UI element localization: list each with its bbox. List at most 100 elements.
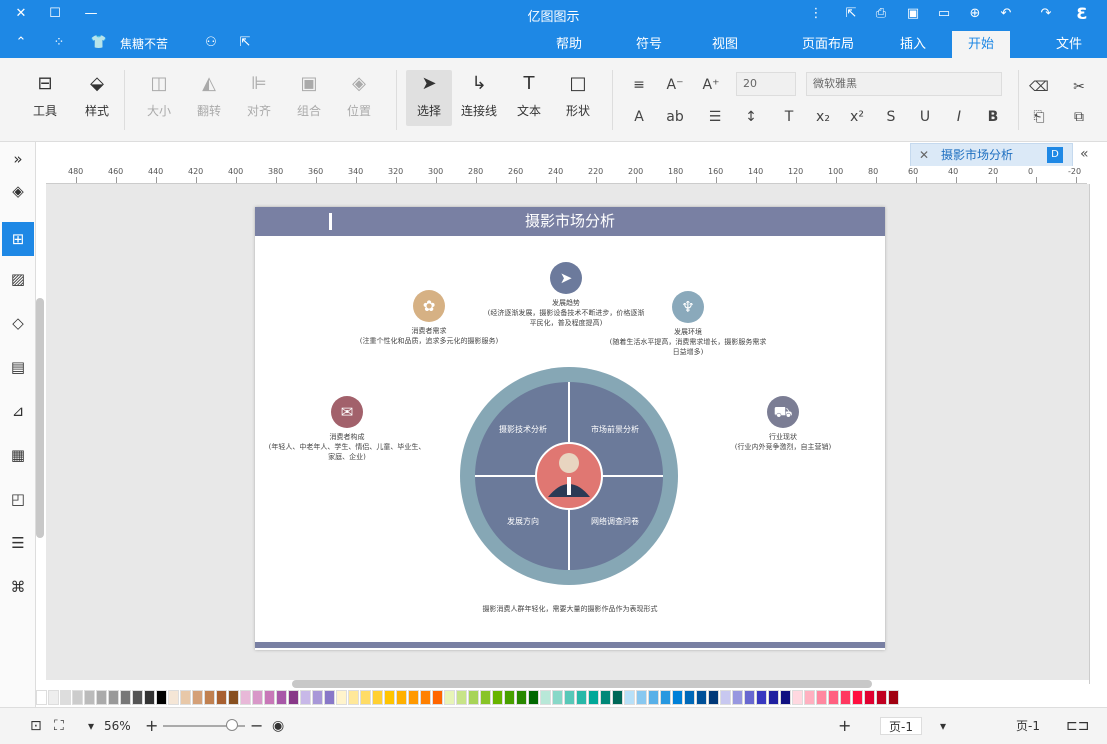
color-swatch[interactable] — [624, 690, 635, 705]
color-swatch[interactable] — [48, 690, 59, 705]
text-button[interactable]: T 文本 — [508, 72, 550, 119]
color-swatch[interactable] — [744, 690, 755, 705]
tab-page-layout[interactable]: 页面布局 — [788, 31, 868, 58]
minimize-icon[interactable]: — — [80, 4, 102, 24]
font-size-combo[interactable]: 20 — [736, 72, 796, 96]
underline-icon[interactable]: U — [914, 106, 936, 128]
color-swatch[interactable] — [804, 690, 815, 705]
text-direction-icon[interactable]: T — [778, 106, 800, 128]
expand-panel-icon[interactable]: » — [7, 148, 29, 170]
connector-button[interactable]: ↳ 连接线 — [458, 72, 500, 119]
layers-icon[interactable]: ◇ — [7, 312, 29, 334]
copy-icon[interactable]: ⧉ — [1068, 106, 1090, 128]
superscript-icon[interactable]: x² — [846, 106, 868, 128]
color-swatch[interactable] — [144, 690, 155, 705]
italic-icon[interactable]: I — [948, 106, 970, 128]
color-swatch[interactable] — [180, 690, 191, 705]
subscript-icon[interactable]: x₂ — [812, 106, 834, 128]
color-swatch[interactable] — [204, 690, 215, 705]
color-swatch[interactable] — [360, 690, 371, 705]
font-name-combo[interactable]: 微软雅黑 — [806, 72, 1002, 96]
shape-button[interactable]: □ 形状 — [557, 72, 599, 119]
color-swatch[interactable] — [732, 690, 743, 705]
color-palette[interactable] — [36, 690, 1107, 707]
shrink-font-icon[interactable]: A⁻ — [664, 74, 686, 96]
color-swatch[interactable] — [576, 690, 587, 705]
color-swatch[interactable] — [696, 690, 707, 705]
color-swatch[interactable] — [276, 690, 287, 705]
save-icon[interactable]: ▣ — [902, 4, 924, 24]
color-swatch[interactable] — [252, 690, 263, 705]
fill-icon[interactable]: ◈ — [7, 180, 29, 202]
color-swatch[interactable] — [660, 690, 671, 705]
color-swatch[interactable] — [432, 690, 443, 705]
color-swatch[interactable] — [108, 690, 119, 705]
tab-close-icon[interactable]: ✕ — [919, 144, 929, 166]
line-spacing-icon[interactable]: ↕ — [740, 106, 762, 128]
play-icon[interactable]: ◉ — [272, 717, 284, 735]
apps-icon[interactable]: ⁘ — [48, 33, 70, 53]
zoom-menu-icon[interactable]: ▾ — [88, 717, 94, 735]
pages-icon[interactable]: ▤ — [7, 356, 29, 378]
color-swatch[interactable] — [312, 690, 323, 705]
select-button[interactable]: ➤ 选择 — [406, 70, 452, 126]
cut-icon[interactable]: ✂ — [1068, 76, 1090, 98]
document-tab[interactable]: ✕ 摄影市场分析 D — [910, 143, 1073, 167]
zoom-level[interactable]: 56% — [104, 717, 131, 735]
color-swatch[interactable] — [684, 690, 695, 705]
color-swatch[interactable] — [444, 690, 455, 705]
color-swatch[interactable] — [336, 690, 347, 705]
color-swatch[interactable] — [816, 690, 827, 705]
color-swatch[interactable] — [564, 690, 575, 705]
tab-home[interactable]: 开始 — [952, 31, 1010, 58]
color-swatch[interactable] — [60, 690, 71, 705]
node-consumer-demand[interactable]: ✿ 消费者需求 (注重个性化和品质，追求多元化的摄影服务) — [349, 290, 509, 346]
collapse-ribbon-icon[interactable]: ⌃ — [10, 33, 32, 53]
color-swatch[interactable] — [876, 690, 887, 705]
color-swatch[interactable] — [168, 690, 179, 705]
color-swatch[interactable] — [372, 690, 383, 705]
color-swatch[interactable] — [72, 690, 83, 705]
center-circle[interactable]: 摄影技术分析 市场前景分析 发展方向 网络调查问卷 — [460, 367, 678, 585]
color-swatch[interactable] — [756, 690, 767, 705]
node-environment[interactable]: ♆ 发展环境 (随着生活水平提高，消费需求增长，摄影服务需求日益增多) — [608, 291, 768, 357]
page-tab[interactable]: 页-1 — [880, 717, 922, 735]
image-icon[interactable]: ▨ — [7, 268, 29, 290]
color-swatch[interactable] — [288, 690, 299, 705]
node-industry-status[interactable]: ⛟ 行业现状 (行业内外竞争激烈，自主营销) — [703, 396, 863, 452]
fit-page-icon[interactable]: ⊡ — [30, 717, 42, 735]
page-header[interactable]: 摄影市场分析 — [255, 207, 885, 236]
open-icon[interactable]: ▭ — [933, 4, 955, 24]
page-view-icon[interactable]: ⊏⊐ — [1066, 717, 1089, 735]
user-name[interactable]: 焦糖不苦 — [120, 35, 198, 51]
color-swatch[interactable] — [888, 690, 899, 705]
color-swatch[interactable] — [768, 690, 779, 705]
align-icon[interactable]: ≡ — [628, 74, 650, 96]
list-icon[interactable]: ☰ — [704, 106, 726, 128]
color-swatch[interactable] — [636, 690, 647, 705]
color-swatch[interactable] — [864, 690, 875, 705]
color-swatch[interactable] — [408, 690, 419, 705]
color-swatch[interactable] — [540, 690, 551, 705]
collapse-right-icon[interactable]: « — [1080, 146, 1089, 162]
color-swatch[interactable] — [516, 690, 527, 705]
color-swatch[interactable] — [96, 690, 107, 705]
vertical-scrollbar[interactable] — [36, 298, 44, 538]
position-button[interactable]: ◈ 位置 — [338, 72, 380, 119]
color-swatch[interactable] — [504, 690, 515, 705]
fullscreen-icon[interactable]: ⛶ — [54, 717, 64, 735]
maximize-icon[interactable]: ☐ — [44, 4, 66, 24]
color-swatch[interactable] — [84, 690, 95, 705]
color-swatch[interactable] — [528, 690, 539, 705]
font-color-icon[interactable]: A — [628, 106, 650, 128]
case-icon[interactable]: ab — [664, 106, 686, 128]
color-swatch[interactable] — [600, 690, 611, 705]
color-swatch[interactable] — [264, 690, 275, 705]
undo-icon[interactable]: ↶ — [995, 4, 1017, 24]
close-icon[interactable]: ✕ — [10, 4, 32, 24]
color-swatch[interactable] — [420, 690, 431, 705]
redo-icon[interactable]: ↷ — [1035, 4, 1057, 24]
bold-icon[interactable]: B — [982, 106, 1004, 128]
tab-insert[interactable]: 插入 — [888, 31, 938, 58]
new-icon[interactable]: ⊕ — [964, 4, 986, 24]
